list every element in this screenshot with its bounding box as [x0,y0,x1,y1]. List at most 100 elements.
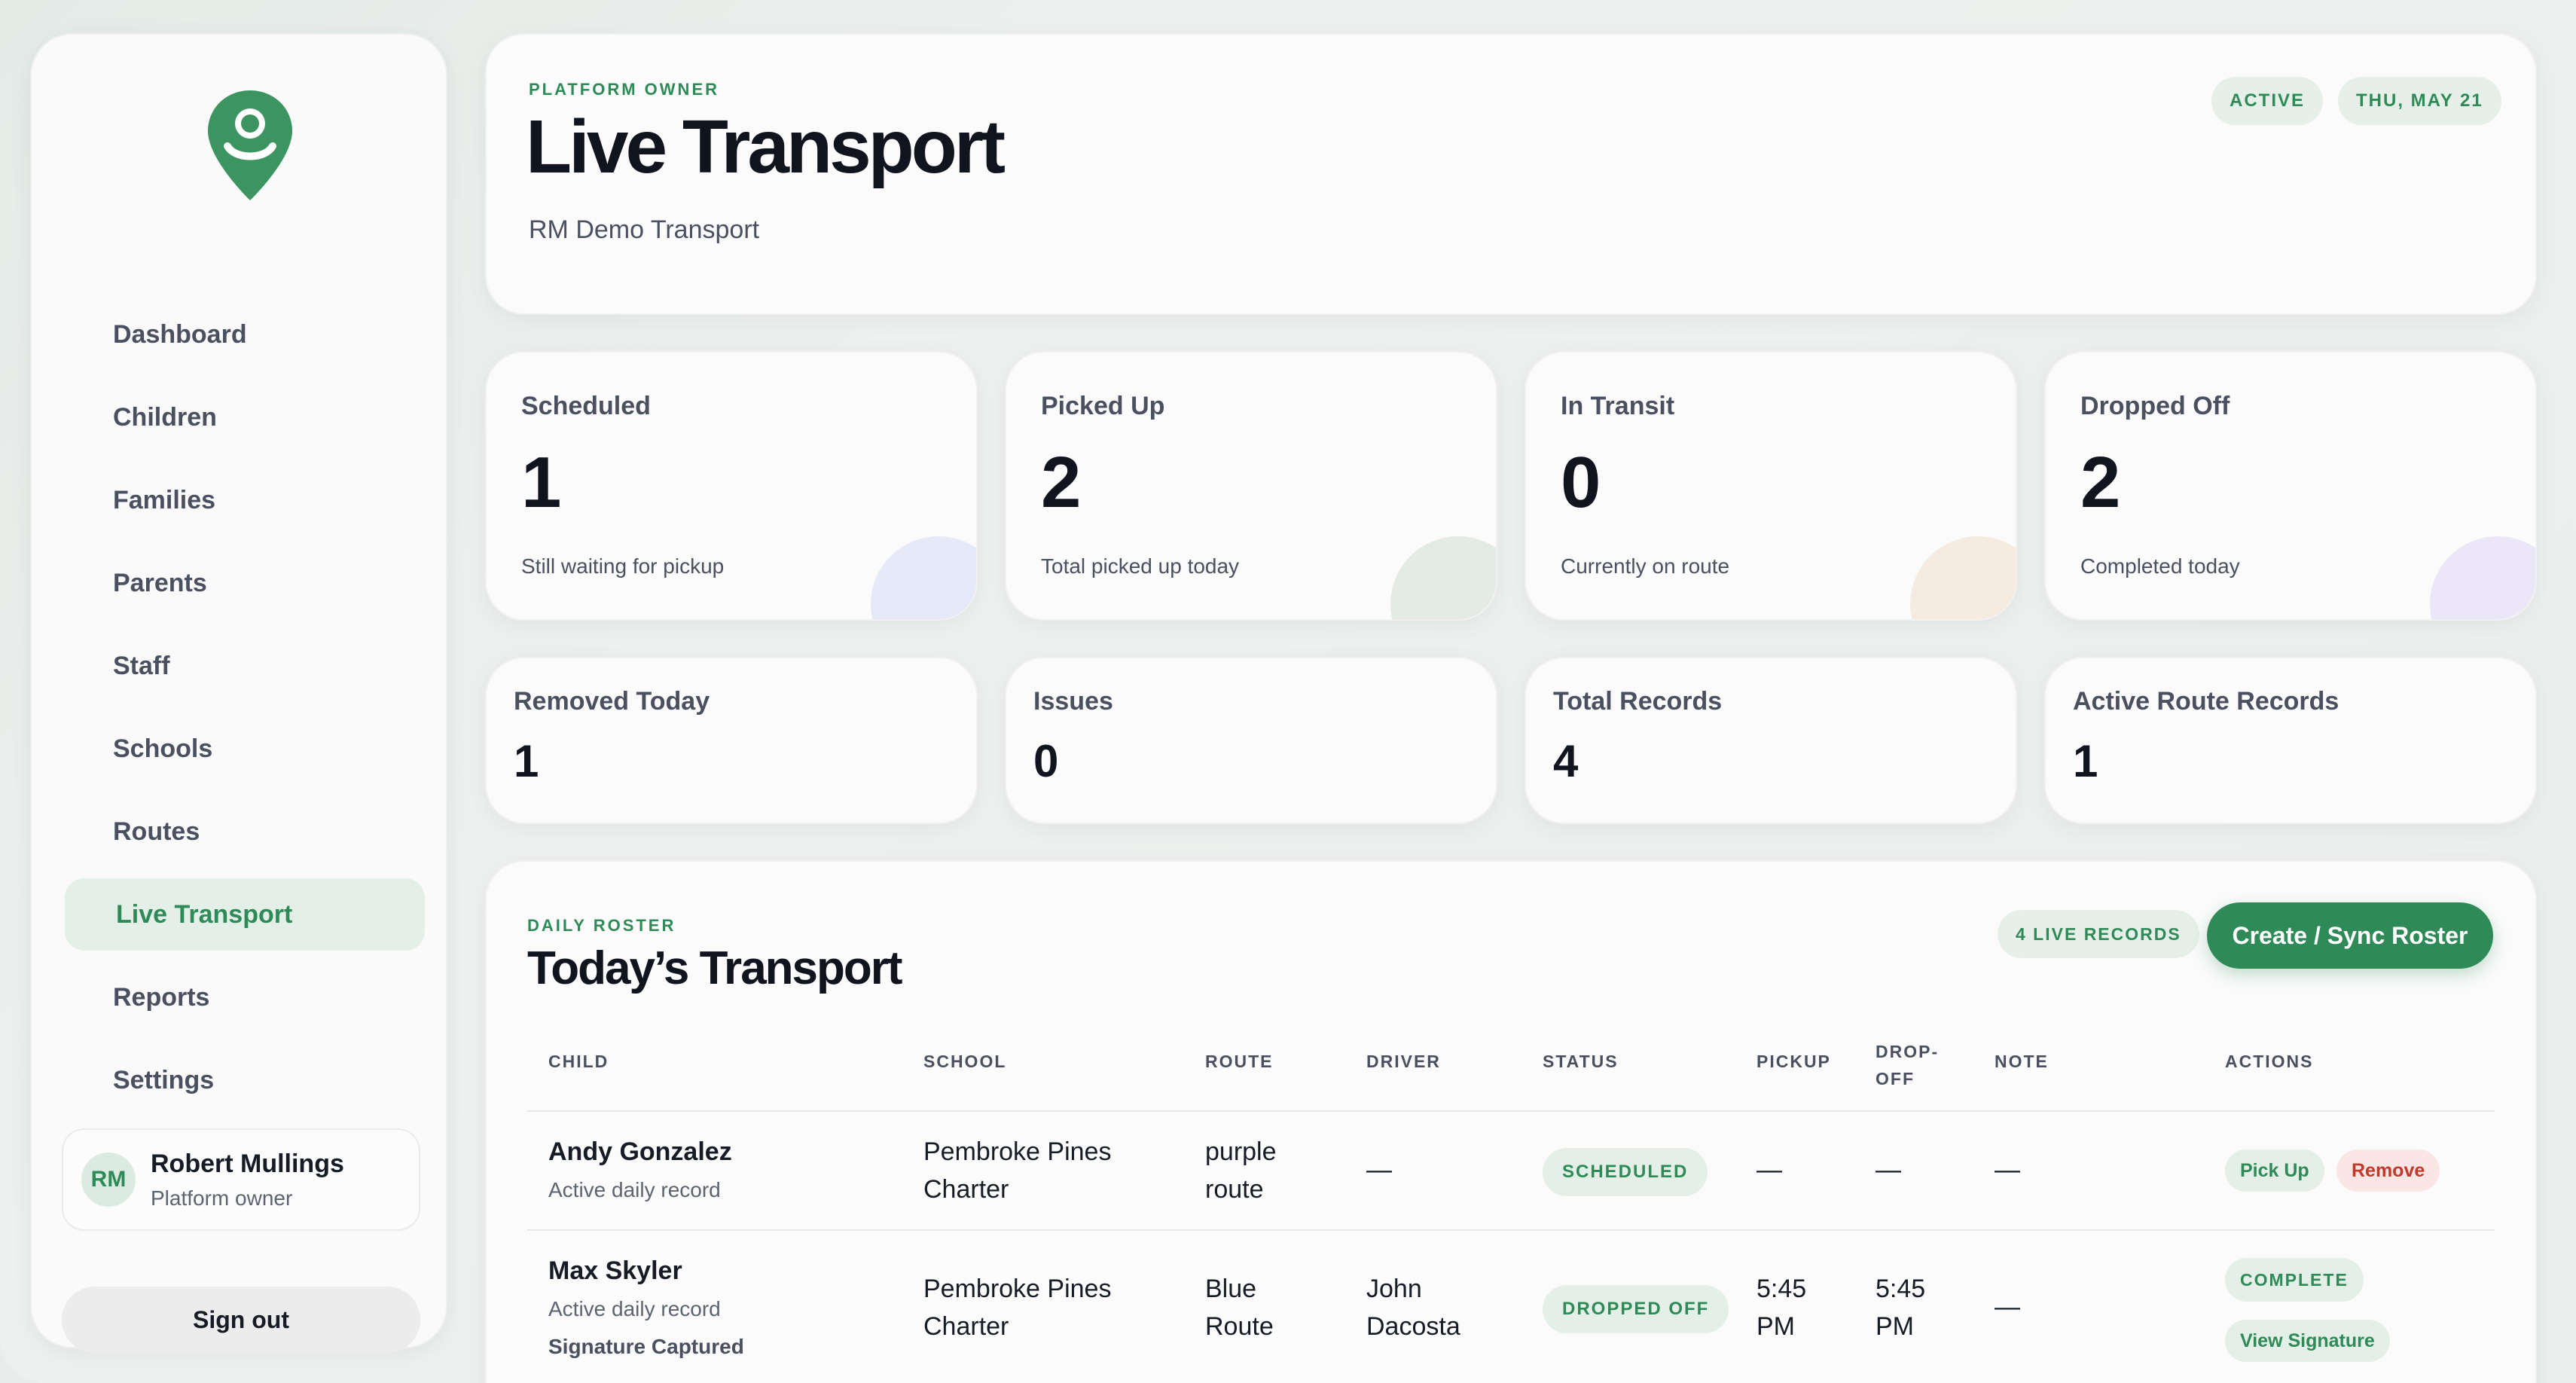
driver-name-line1: John [1366,1275,1422,1303]
stat-card-scheduled: Scheduled 1 Still waiting for pickup [485,351,978,621]
school-name-line2: Charter [923,1312,1009,1341]
driver-name-line2: Dacosta [1366,1312,1460,1341]
table-divider [527,1229,2495,1231]
stat-label: In Transit [1561,392,1675,420]
organization-name: RM Demo Transport [529,215,760,244]
sidebar-nav: Dashboard Children Families Parents Staf… [65,298,425,1127]
stat-value: 4 [1553,736,1579,786]
stat-value: 1 [521,442,562,523]
column-header-school: SCHOOL [923,1052,1007,1071]
decorative-circle [1390,536,1496,619]
live-records-badge: 4 LIVE RECORDS [1998,910,2199,958]
stat-value: 1 [514,736,539,786]
stat-value: 1 [2073,736,2098,786]
route-name-line2: Route [1205,1312,1274,1341]
route-name-line1: Blue [1205,1275,1257,1303]
stat-label: Scheduled [521,392,651,420]
stat-value: 2 [1041,442,1082,523]
stat-value: 0 [1561,442,1601,523]
school-name-line1: Pembroke Pines [923,1275,1112,1303]
pick-up-button[interactable]: Pick Up [2225,1149,2324,1192]
route-name-line2: route [1205,1175,1264,1204]
remove-button[interactable]: Remove [2336,1149,2440,1192]
create-sync-roster-button[interactable]: Create / Sync Roster [2207,902,2493,969]
stat-description: Still waiting for pickup [521,554,725,578]
child-name: Max Skyler [548,1256,682,1285]
driver-name: John Dacosta [1366,1270,1460,1345]
column-header-child: CHILD [548,1052,609,1071]
stat-description: Total picked up today [1041,554,1240,578]
stat-label: Removed Today [514,687,710,716]
sidebar-item-families[interactable]: Families [65,464,425,536]
decorative-circle [2430,536,2535,619]
sidebar-item-dashboard[interactable]: Dashboard [65,298,425,371]
driver-name: — [1366,1156,1392,1184]
table-divider [527,1110,2495,1112]
sidebar-item-children[interactable]: Children [65,381,425,453]
sidebar-item-routes[interactable]: Routes [65,795,425,868]
stat-card-picked-up: Picked Up 2 Total picked up today [1005,351,1497,621]
dropoff-time-line2: PM [1876,1312,1914,1341]
column-header-driver: DRIVER [1366,1052,1441,1071]
sidebar-item-staff[interactable]: Staff [65,630,425,702]
school-name: Pembroke Pines Charter [923,1270,1111,1345]
stat-value: 2 [2080,442,2121,523]
pickup-time: — [1757,1156,1782,1184]
sidebar-item-parents[interactable]: Parents [65,547,425,619]
stat-description: Currently on route [1561,554,1730,578]
stat-label: Dropped Off [2080,392,2230,420]
child-record-status: Active daily record [548,1297,721,1320]
header-card: PLATFORM OWNER Live Transport RM Demo Tr… [485,33,2537,315]
dropoff-time-line1: 5:45 [1876,1275,1926,1303]
decorative-circle [871,536,976,619]
stat-label: Picked Up [1041,392,1165,420]
page-title: Live Transport [526,105,1006,189]
date-badge: THU, MAY 21 [2338,77,2501,125]
stat-label: Active Route Records [2073,687,2339,716]
route-name-line1: purple [1205,1137,1277,1166]
pickup-time-line2: PM [1757,1312,1795,1341]
view-signature-button[interactable]: View Signature [2225,1320,2390,1362]
complete-badge: COMPLETE [2225,1258,2364,1302]
sign-out-button[interactable]: Sign out [62,1287,420,1353]
location-pin-logo-icon [208,90,292,200]
school-name: Pembroke Pines Charter [923,1133,1111,1208]
sidebar-item-live-transport[interactable]: Live Transport [65,878,425,951]
column-header-pickup: PICKUP [1757,1052,1831,1071]
column-header-actions: ACTIONS [2225,1052,2314,1071]
stat-label: Issues [1033,687,1113,716]
dropoff-time: 5:45 PM [1876,1270,1925,1345]
column-header-dropoff-line1: DROP- [1876,1042,1940,1061]
roster-eyebrow: DAILY ROSTER [527,916,676,935]
decorative-circle [1910,536,2016,619]
roster-title: Today’s Transport [527,942,903,994]
signature-captured-label: Signature Captured [548,1335,744,1358]
pickup-time: 5:45 PM [1757,1270,1806,1345]
column-header-status: STATUS [1543,1052,1619,1071]
status-badge: ACTIVE [2211,77,2324,125]
child-record-status: Active daily record [548,1178,721,1201]
dropoff-time: — [1876,1156,1901,1184]
app-window: Dashboard Children Families Parents Staf… [0,0,2576,1383]
sidebar-item-reports[interactable]: Reports [65,961,425,1033]
user-name: Robert Mullings [151,1149,344,1178]
note: — [1995,1156,2020,1184]
stat-card-total-records: Total Records 4 [1525,657,2017,824]
pickup-time-line1: 5:45 [1757,1275,1807,1303]
sidebar-item-settings[interactable]: Settings [65,1044,425,1116]
avatar: RM [81,1152,136,1207]
column-header-route: ROUTE [1205,1052,1274,1071]
stat-description: Completed today [2080,554,2240,578]
stat-value: 0 [1033,736,1059,786]
status-badge-scheduled: SCHEDULED [1543,1148,1708,1196]
column-header-dropoff-line2: OFF [1876,1069,1915,1088]
route-name: Blue Route [1205,1270,1274,1345]
note: — [1995,1293,2020,1321]
user-card[interactable]: RM Robert Mullings Platform owner [62,1128,420,1231]
column-header-dropoff: DROP- OFF [1876,1038,1939,1092]
header-eyebrow: PLATFORM OWNER [529,80,720,99]
stat-card-active-route-records: Active Route Records 1 [2044,657,2537,824]
school-name-line2: Charter [923,1175,1009,1204]
status-badge-dropped-off: DROPPED OFF [1543,1285,1729,1333]
sidebar-item-schools[interactable]: Schools [65,713,425,785]
